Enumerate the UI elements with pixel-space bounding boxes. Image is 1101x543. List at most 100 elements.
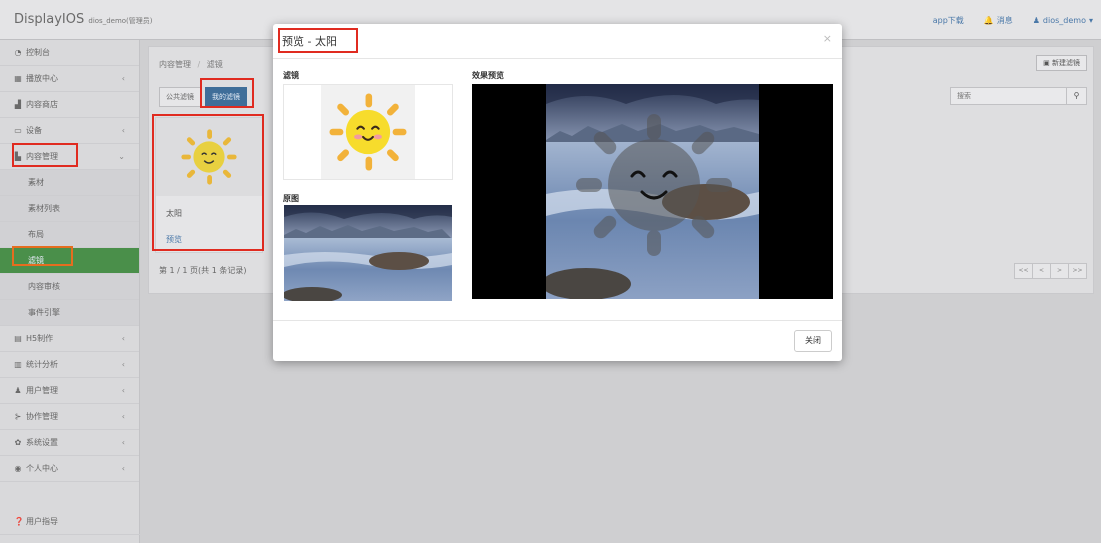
chevron-left-icon: ‹ bbox=[121, 385, 125, 395]
sidebar-item-dashboard[interactable]: ◔ 控制台 bbox=[0, 40, 139, 66]
person-icon: ♟ bbox=[1032, 16, 1040, 25]
dashboard-icon: ◔ bbox=[14, 47, 22, 57]
sidebar-item-label: 设备 bbox=[26, 125, 42, 135]
chevron-left-icon: ‹ bbox=[121, 333, 125, 343]
sidebar-item-label: 素材列表 bbox=[28, 203, 60, 213]
pagination-info: 第 1 / 1 页(共 1 条记录) bbox=[159, 266, 247, 275]
sidebar-item-label: 事件引擎 bbox=[28, 307, 60, 317]
sidebar-item-profile[interactable]: ◉ 个人中心 ‹ bbox=[0, 456, 139, 482]
sidebar-item-layout[interactable]: 布局 bbox=[0, 222, 139, 248]
preview-modal: 预览 - 太阳 × 滤镜 原图 效果预览 关闭 bbox=[273, 24, 842, 361]
sidebar-item-label: 控制台 bbox=[26, 47, 50, 57]
highlight-modal-title bbox=[278, 28, 358, 53]
original-section-label: 原图 bbox=[283, 194, 299, 203]
highlight-filter-card bbox=[152, 114, 264, 251]
sidebar-item-users[interactable]: ♟ 用户管理 ‹ bbox=[0, 378, 139, 404]
effect-preview-image bbox=[546, 84, 759, 299]
next-page-button[interactable]: > bbox=[1050, 263, 1069, 279]
sidebar-item-label: 播放中心 bbox=[26, 73, 58, 83]
sun-icon bbox=[329, 93, 407, 171]
sidebar-item-devices[interactable]: ▭ 设备 ‹ bbox=[0, 118, 139, 144]
effect-preview-box bbox=[472, 84, 833, 299]
user-menu[interactable]: ♟ dios_demo ▾ bbox=[1033, 15, 1093, 26]
original-image bbox=[284, 205, 452, 301]
filter-section-label: 滤镜 bbox=[283, 71, 299, 80]
sidebar-item-content-review[interactable]: 内容审核 bbox=[0, 274, 139, 300]
sidebar-item-label: 协作管理 bbox=[26, 411, 58, 421]
sidebar-item-h5[interactable]: ▤ H5制作 ‹ bbox=[0, 326, 139, 352]
chevron-left-icon: ‹ bbox=[121, 463, 125, 473]
messages-link[interactable]: 🔔 消息 bbox=[984, 15, 1013, 26]
sidebar-item-label: 个人中心 bbox=[26, 463, 58, 473]
app-brand[interactable]: DisplayIOS dios_demo(管理员) bbox=[14, 12, 153, 27]
tab-public-filters[interactable]: 公共滤镜 bbox=[159, 87, 201, 107]
breadcrumb: 内容管理 / 滤镜 bbox=[159, 59, 223, 70]
sidebar-item-label: 统计分析 bbox=[26, 359, 58, 369]
caret-down-icon: ▾ bbox=[1088, 16, 1093, 25]
monitor-icon: ▭ bbox=[14, 125, 22, 135]
sidebar-item-label: 内容商店 bbox=[26, 99, 58, 109]
close-icon[interactable]: × bbox=[823, 32, 832, 45]
modal-footer-divider bbox=[273, 320, 842, 321]
last-page-button[interactable]: >> bbox=[1068, 263, 1087, 279]
sidebar-item-label: 用户管理 bbox=[26, 385, 58, 395]
first-page-button[interactable]: << bbox=[1014, 263, 1033, 279]
effect-preview-label: 效果预览 bbox=[472, 71, 504, 80]
chevron-left-icon: ‹ bbox=[121, 125, 125, 135]
new-filter-label: 新建滤镜 bbox=[1052, 59, 1080, 67]
pagination: << < > >> bbox=[1014, 263, 1087, 279]
breadcrumb-separator: / bbox=[197, 60, 201, 69]
search-input[interactable] bbox=[951, 88, 1061, 104]
search-icon[interactable]: ⚲ bbox=[1066, 88, 1086, 104]
new-filter-button[interactable]: ▣ 新建滤镜 bbox=[1036, 55, 1087, 71]
sidebar-item-event-engine[interactable]: 事件引擎 bbox=[0, 300, 139, 326]
modal-header-divider bbox=[273, 58, 842, 59]
users-icon: ♟ bbox=[14, 385, 22, 395]
chevron-left-icon: ‹ bbox=[121, 437, 125, 447]
sidebar-item-label: H5制作 bbox=[26, 333, 54, 343]
sidebar-item-user-guide[interactable]: ❓ 用户指导 bbox=[0, 509, 140, 535]
app-download-link[interactable]: app下载 bbox=[933, 15, 964, 26]
prev-page-button[interactable]: < bbox=[1032, 263, 1051, 279]
app-name[interactable]: DisplayIOS bbox=[14, 12, 84, 27]
chart-icon: ▥ bbox=[14, 359, 22, 369]
sidebar-item-label: 素材 bbox=[28, 177, 44, 187]
bell-icon: 🔔 bbox=[983, 16, 994, 25]
sidebar-item-label: 布局 bbox=[28, 229, 44, 239]
h5-icon: ▤ bbox=[14, 333, 22, 343]
gear-icon: ✿ bbox=[14, 437, 22, 447]
filter-image-box bbox=[283, 84, 453, 180]
sidebar-item-label: 用户指导 bbox=[26, 516, 58, 526]
filter-image bbox=[321, 85, 415, 179]
app-user-note: dios_demo(管理员) bbox=[88, 17, 153, 25]
share-icon: ⊱ bbox=[14, 411, 22, 421]
sidebar-item-statistics[interactable]: ▥ 统计分析 ‹ bbox=[0, 352, 139, 378]
chevron-down-icon: ⌄ bbox=[118, 151, 125, 161]
chevron-left-icon: ‹ bbox=[121, 73, 125, 83]
grid-icon: ▦ bbox=[14, 73, 22, 83]
search-box: ⚲ bbox=[950, 87, 1087, 105]
user-name: dios_demo bbox=[1042, 16, 1086, 25]
highlight-my-filters-tab bbox=[200, 78, 254, 108]
sidebar-item-label: 内容审核 bbox=[28, 281, 60, 291]
landscape-image bbox=[546, 84, 759, 299]
close-button[interactable]: 关闭 bbox=[794, 330, 832, 352]
sidebar-item-playback[interactable]: ▦ 播放中心 ‹ bbox=[0, 66, 139, 92]
sidebar-item-store[interactable]: ▟ 内容商店 bbox=[0, 92, 139, 118]
sidebar: ◔ 控制台 ▦ 播放中心 ‹ ▟ 内容商店 ▭ 设备 ‹ ▙ 内容管理 ⌄ 素材 素材列表 布局… bbox=[0, 40, 140, 543]
landscape-image bbox=[284, 205, 452, 301]
highlight-filters-item bbox=[12, 246, 73, 266]
store-icon: ▟ bbox=[14, 99, 22, 109]
sidebar-item-material-list[interactable]: 素材列表 bbox=[0, 196, 139, 222]
breadcrumb-item: 滤镜 bbox=[206, 60, 223, 69]
sidebar-item-settings[interactable]: ✿ 系统设置 ‹ bbox=[0, 430, 139, 456]
chevron-left-icon: ‹ bbox=[121, 411, 125, 421]
sidebar-item-label: 系统设置 bbox=[26, 437, 58, 447]
sidebar-item-material[interactable]: 素材 bbox=[0, 170, 139, 196]
highlight-content-management bbox=[12, 143, 78, 167]
top-right-menu: app下载 🔔 消息 ♟ dios_demo ▾ bbox=[933, 15, 1093, 26]
user-icon: ◉ bbox=[14, 463, 22, 473]
breadcrumb-item[interactable]: 内容管理 bbox=[159, 60, 191, 69]
sidebar-item-collaboration[interactable]: ⊱ 协作管理 ‹ bbox=[0, 404, 139, 430]
help-icon: ❓ bbox=[14, 516, 24, 526]
